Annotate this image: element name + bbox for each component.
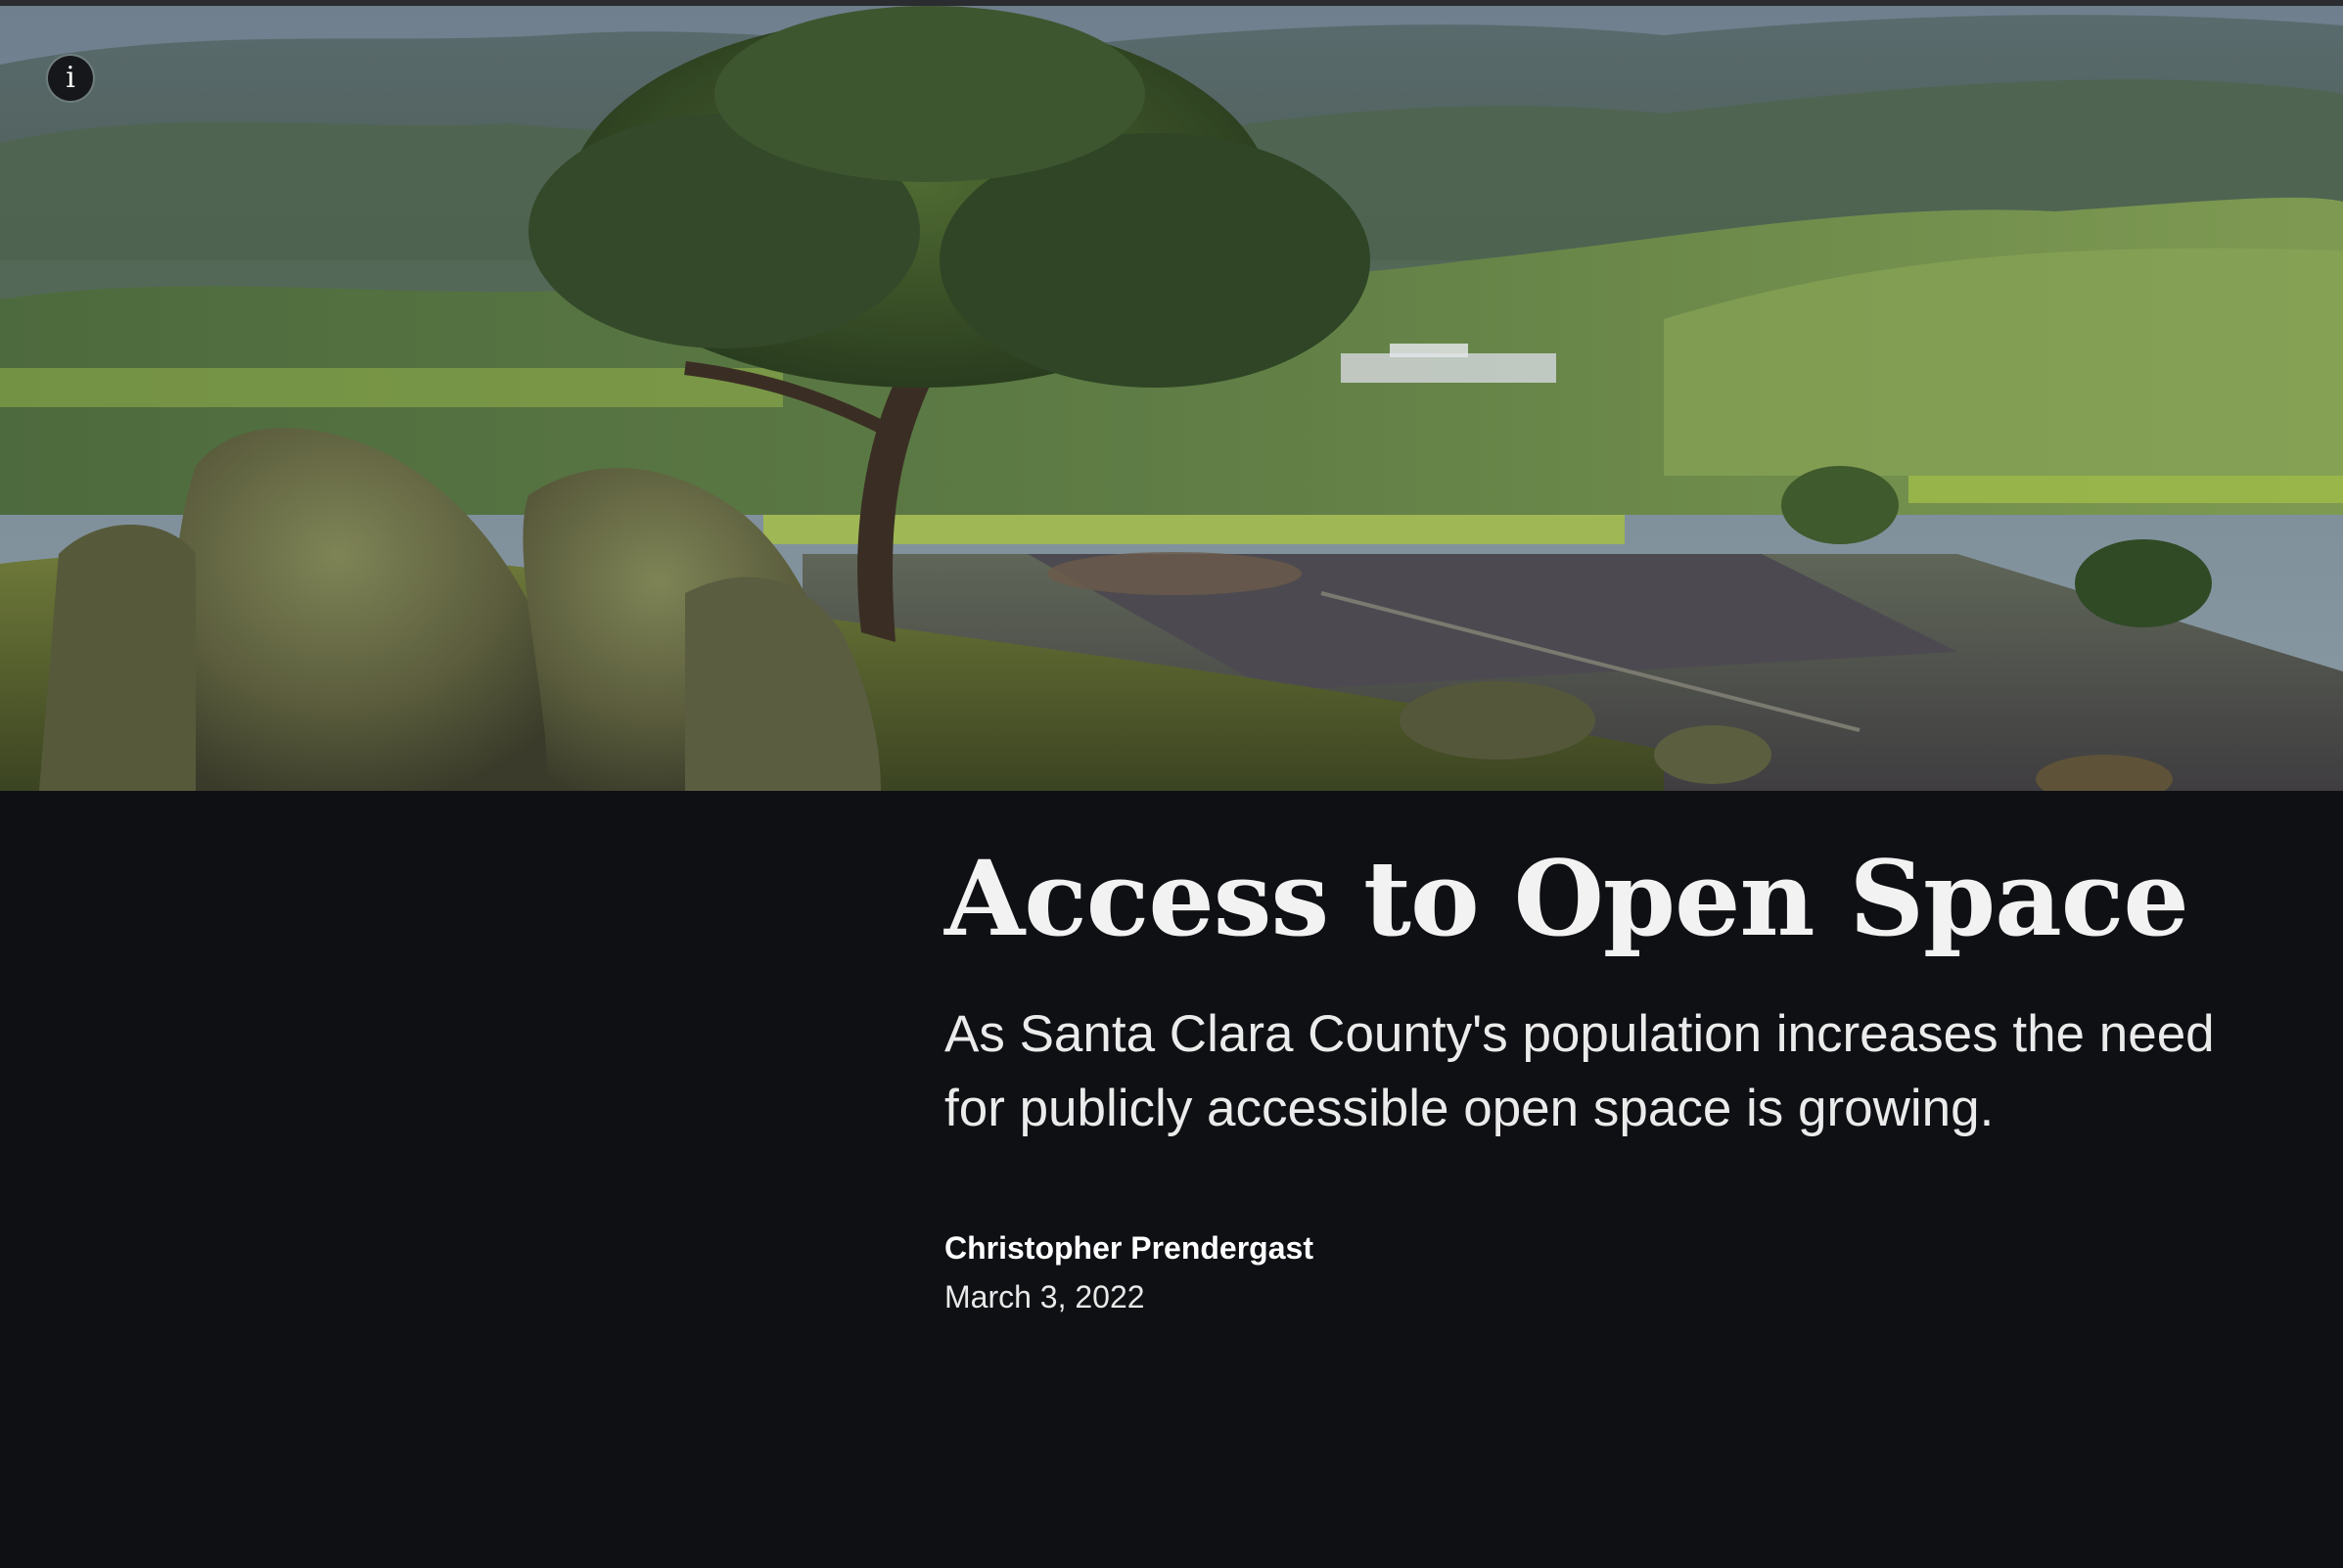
page-title: Access to Open Space (944, 837, 2189, 959)
landscape-photo (0, 6, 2343, 791)
subtitle: As Santa Clara County's population incre… (944, 1004, 2215, 1137)
story-header: Access to Open Space As Santa Clara Coun… (944, 837, 2275, 1318)
info-icon: i (66, 61, 75, 95)
publish-date: March 3, 2022 (944, 1278, 1145, 1314)
author-name: Christopher Prendergast (944, 1229, 1313, 1266)
info-button[interactable]: i (48, 56, 93, 101)
hero-image (0, 6, 2343, 791)
story-page: i Access to Open Space As Santa Clara Co… (0, 0, 2343, 1568)
